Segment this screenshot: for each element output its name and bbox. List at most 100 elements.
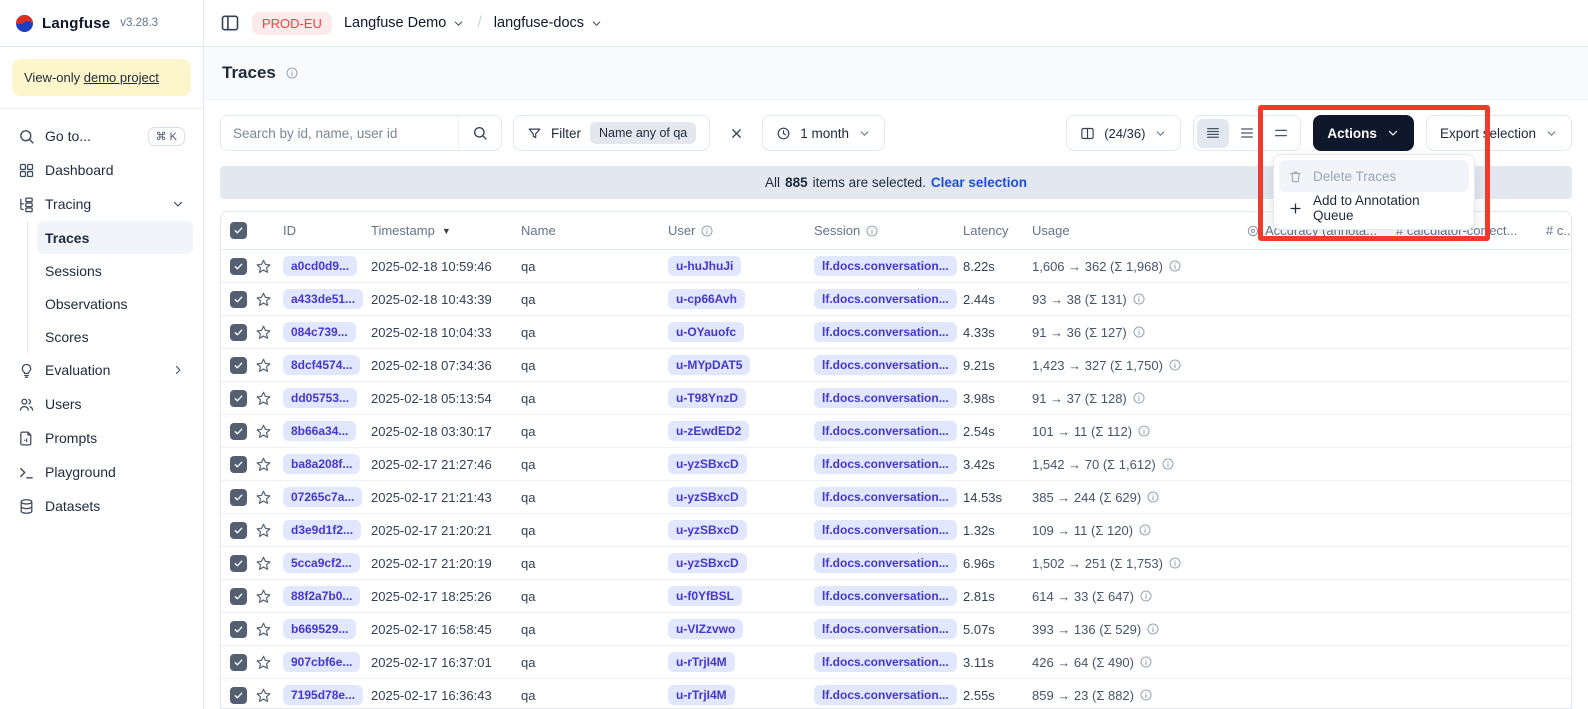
menu-item-add-to-annotation-queue[interactable]: Add to Annotation Queue [1279,192,1469,224]
info-icon[interactable] [1168,259,1182,273]
session-badge[interactable]: lf.docs.conversation... [814,256,957,276]
session-badge[interactable]: lf.docs.conversation... [814,685,957,705]
user-badge[interactable]: u-yzSBxcD [668,520,747,540]
trace-id-badge[interactable]: ba8a208f... [283,454,360,474]
star-icon[interactable] [255,291,272,308]
trace-id-badge[interactable]: a0cd0d9... [283,256,357,276]
trace-id-badge[interactable]: 88f2a7b0... [283,586,360,606]
sidebar-item-evaluation[interactable]: Evaluation [10,353,193,387]
info-icon[interactable] [1161,457,1175,471]
table-row[interactable]: dd05753... 2025-02-18 05:13:54 qa u-T98Y… [221,382,1571,415]
columns-button[interactable]: (24/36) [1066,115,1181,151]
info-icon[interactable] [1139,589,1153,603]
column-header-cut[interactable]: # c... [1546,223,1571,238]
info-icon[interactable] [1146,622,1160,636]
user-badge[interactable]: u-yzSBxcD [668,553,747,573]
trace-id-badge[interactable]: a433de51... [283,289,363,309]
trace-id-badge[interactable]: d3e9d1f2... [283,520,361,540]
session-badge[interactable]: lf.docs.conversation... [814,553,957,573]
info-icon[interactable] [1168,358,1182,372]
row-checkbox[interactable] [230,423,247,440]
user-badge[interactable]: u-zEwdED2 [668,421,749,441]
info-icon[interactable] [1132,391,1146,405]
sidebar-item-traces[interactable]: Traces [37,221,193,254]
sidebar-item-tracing[interactable]: Tracing [10,187,193,221]
sidebar-item-playground[interactable]: Playground [10,455,193,489]
trace-id-badge[interactable]: 084c739... [283,322,356,342]
column-header-user[interactable]: User [668,223,814,238]
row-checkbox[interactable] [230,687,247,704]
info-icon[interactable] [1146,490,1160,504]
filter-button[interactable]: Filter Name any of qa [513,115,710,151]
info-icon[interactable] [285,66,299,80]
trace-id-badge[interactable]: 8dcf4574... [283,355,360,375]
row-checkbox[interactable] [230,522,247,539]
row-checkbox[interactable] [230,555,247,572]
user-badge[interactable]: u-OYauofc [668,322,744,342]
sidebar-item-sessions[interactable]: Sessions [37,254,193,287]
trace-id-badge[interactable]: 07265c7a... [283,487,362,507]
export-selection-button[interactable]: Export selection [1426,115,1572,151]
column-header-id[interactable]: ID [283,223,371,238]
row-checkbox[interactable] [230,291,247,308]
user-badge[interactable]: u-f0YfBSL [668,586,742,606]
user-badge[interactable]: u-MYpDAT5 [668,355,750,375]
project-selector[interactable]: langfuse-docs [494,15,603,31]
trace-id-badge[interactable]: b669529... [283,619,356,639]
info-icon[interactable] [1168,556,1182,570]
table-row[interactable]: d3e9d1f2... 2025-02-17 21:20:21 qa u-yzS… [221,514,1571,547]
column-header-session[interactable]: Session [814,223,963,238]
demo-project-link[interactable]: demo project [84,70,159,85]
info-icon[interactable] [1139,688,1153,702]
table-row[interactable]: 88f2a7b0... 2025-02-17 18:25:26 qa u-f0Y… [221,580,1571,613]
user-badge[interactable]: u-rTrjI4M [668,652,735,672]
row-checkbox[interactable] [230,489,247,506]
star-icon[interactable] [255,390,272,407]
info-icon[interactable] [1132,325,1146,339]
trace-id-badge[interactable]: 7195d78e... [283,685,363,705]
trace-id-badge[interactable]: 8b66a34... [283,421,356,441]
star-icon[interactable] [255,489,272,506]
column-header-timestamp[interactable]: Timestamp▼ [371,223,521,238]
row-checkbox[interactable] [230,390,247,407]
trace-id-badge[interactable]: 5cca9cf2... [283,553,360,573]
sidebar-item-scores[interactable]: Scores [37,320,193,353]
session-badge[interactable]: lf.docs.conversation... [814,388,957,408]
time-range-button[interactable]: 1 month [762,115,885,151]
star-icon[interactable] [255,654,272,671]
star-icon[interactable] [255,423,272,440]
star-icon[interactable] [255,456,272,473]
user-badge[interactable]: u-yzSBxcD [668,487,747,507]
trace-id-badge[interactable]: 907cbf6e... [283,652,360,672]
search-input[interactable] [221,116,459,150]
star-icon[interactable] [255,555,272,572]
info-icon[interactable] [1137,424,1151,438]
table-row[interactable]: 907cbf6e... 2025-02-17 16:37:01 qa u-rTr… [221,646,1571,679]
select-all-checkbox[interactable] [230,222,247,239]
row-checkbox[interactable] [230,456,247,473]
session-badge[interactable]: lf.docs.conversation... [814,619,957,639]
table-row[interactable]: 5cca9cf2... 2025-02-17 21:20:19 qa u-yzS… [221,547,1571,580]
row-height-compact-icon[interactable] [1197,119,1229,148]
column-header-latency[interactable]: Latency [963,223,1032,238]
star-icon[interactable] [255,324,272,341]
clear-filter-icon[interactable] [721,118,751,148]
row-checkbox[interactable] [230,621,247,638]
session-badge[interactable]: lf.docs.conversation... [814,421,957,441]
sidebar-item-users[interactable]: Users [10,387,193,421]
column-header-name[interactable]: Name [521,223,668,238]
user-badge[interactable]: u-rTrjI4M [668,685,735,705]
sidebar-item-datasets[interactable]: Datasets [10,489,193,523]
row-checkbox[interactable] [230,324,247,341]
info-icon[interactable] [1132,292,1146,306]
sidebar-item-dashboard[interactable]: Dashboard [10,153,193,187]
sidebar-item-observations[interactable]: Observations [37,287,193,320]
star-icon[interactable] [255,621,272,638]
row-height-tall-icon[interactable] [1265,119,1297,148]
user-badge[interactable]: u-T98YnzD [668,388,746,408]
session-badge[interactable]: lf.docs.conversation... [814,355,957,375]
table-row[interactable]: ba8a208f... 2025-02-17 21:27:46 qa u-yzS… [221,448,1571,481]
table-row[interactable]: a433de51... 2025-02-18 10:43:39 qa u-cp6… [221,283,1571,316]
menu-item-delete-traces[interactable]: Delete Traces [1279,160,1469,192]
star-icon[interactable] [255,687,272,704]
